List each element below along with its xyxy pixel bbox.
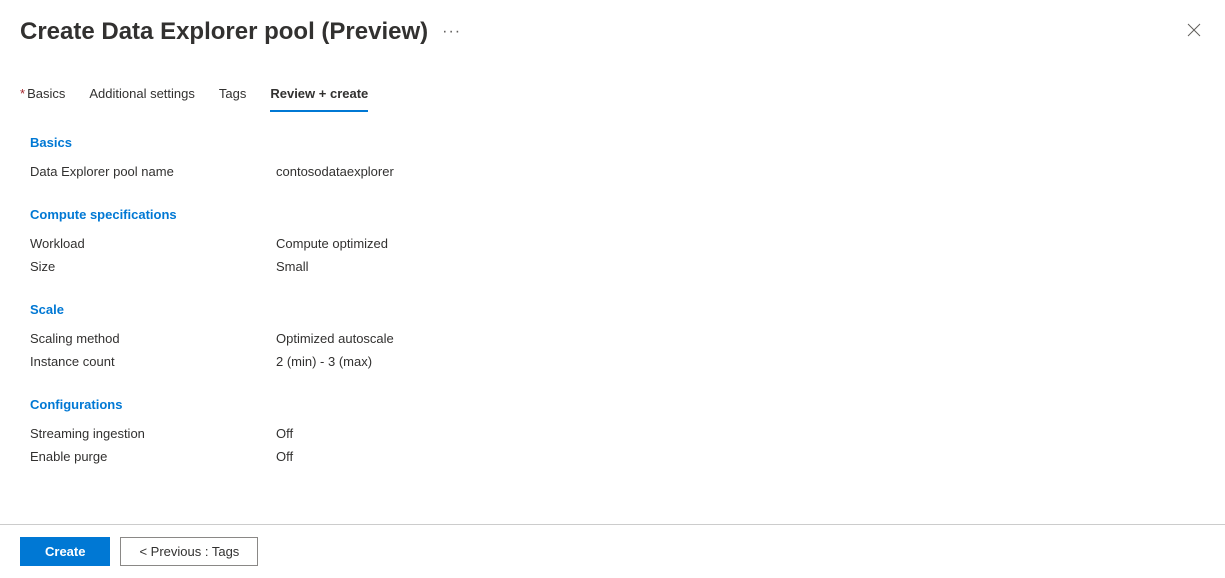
label-streaming-ingestion: Streaming ingestion	[30, 426, 276, 441]
section-scale: Scale Scaling method Optimized autoscale…	[30, 302, 1195, 369]
row-enable-purge: Enable purge Off	[30, 449, 1195, 464]
section-compute: Compute specifications Workload Compute …	[30, 207, 1195, 274]
page-title: Create Data Explorer pool (Preview)	[20, 18, 428, 46]
value-size: Small	[276, 259, 309, 274]
row-size: Size Small	[30, 259, 1195, 274]
value-streaming-ingestion: Off	[276, 426, 293, 441]
row-workload: Workload Compute optimized	[30, 236, 1195, 251]
header-left: Create Data Explorer pool (Preview) ···	[20, 18, 461, 46]
row-instance-count: Instance count 2 (min) - 3 (max)	[30, 354, 1195, 369]
content-area: Basics Data Explorer pool name contosoda…	[0, 111, 1225, 511]
create-button[interactable]: Create	[20, 537, 110, 566]
more-options-icon[interactable]: ···	[442, 23, 461, 41]
tab-basics[interactable]: Basics	[20, 86, 65, 111]
dialog-header: Create Data Explorer pool (Preview) ···	[0, 0, 1225, 56]
label-workload: Workload	[30, 236, 276, 251]
label-size: Size	[30, 259, 276, 274]
section-basics: Basics Data Explorer pool name contosoda…	[30, 135, 1195, 179]
value-workload: Compute optimized	[276, 236, 388, 251]
tab-additional-settings[interactable]: Additional settings	[89, 86, 195, 111]
label-pool-name: Data Explorer pool name	[30, 164, 276, 179]
row-scaling-method: Scaling method Optimized autoscale	[30, 331, 1195, 346]
row-streaming-ingestion: Streaming ingestion Off	[30, 426, 1195, 441]
section-title-compute: Compute specifications	[30, 207, 1195, 222]
value-enable-purge: Off	[276, 449, 293, 464]
tab-tags[interactable]: Tags	[219, 86, 246, 111]
value-pool-name: contosodataexplorer	[276, 164, 394, 179]
tab-review-create[interactable]: Review + create	[270, 86, 368, 111]
value-instance-count: 2 (min) - 3 (max)	[276, 354, 372, 369]
label-scaling-method: Scaling method	[30, 331, 276, 346]
row-pool-name: Data Explorer pool name contosodataexplo…	[30, 164, 1195, 179]
footer: Create < Previous : Tags	[0, 524, 1225, 578]
label-instance-count: Instance count	[30, 354, 276, 369]
value-scaling-method: Optimized autoscale	[276, 331, 394, 346]
previous-button[interactable]: < Previous : Tags	[120, 537, 258, 566]
tab-bar: Basics Additional settings Tags Review +…	[0, 56, 1225, 111]
section-configurations: Configurations Streaming ingestion Off E…	[30, 397, 1195, 464]
section-title-configurations: Configurations	[30, 397, 1195, 412]
close-icon[interactable]	[1183, 19, 1205, 46]
label-enable-purge: Enable purge	[30, 449, 276, 464]
section-title-scale: Scale	[30, 302, 1195, 317]
section-title-basics: Basics	[30, 135, 1195, 150]
